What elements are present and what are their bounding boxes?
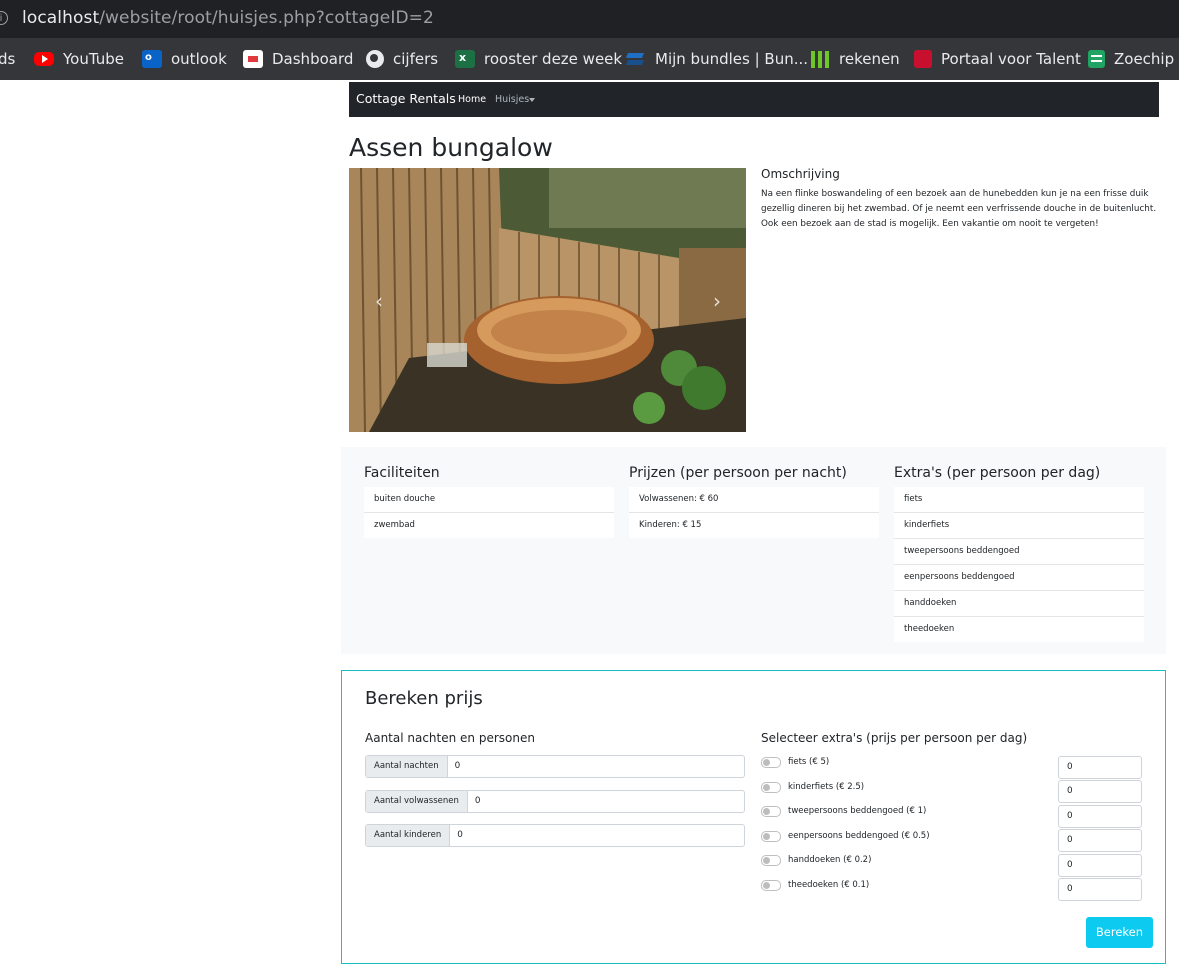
nights-input-group: Aantal nachten 0 bbox=[365, 755, 745, 778]
extra-label: tweepersoons beddengoed (€ 1) bbox=[788, 806, 927, 816]
info-section: Faciliteiten buiten douche zwembad Prijz… bbox=[341, 447, 1166, 654]
children-input-group: Aantal kinderen 0 bbox=[365, 824, 745, 847]
description-title: Omschrijving bbox=[761, 167, 840, 181]
bereken-button[interactable]: Bereken bbox=[1086, 917, 1153, 948]
extras-list: fiets kinderfiets tweepersoons beddengoe… bbox=[894, 487, 1144, 642]
extra-quantity-input[interactable]: 0 bbox=[1058, 756, 1142, 779]
bookmark-rekenen[interactable]: rekenen bbox=[810, 48, 900, 70]
extra-toggle-row: kinderfiets (€ 2.5) bbox=[761, 778, 864, 796]
globe-icon bbox=[366, 50, 384, 68]
navbar: Cottage Rentals Home Huisjes bbox=[349, 82, 1159, 117]
bookmark-zoechip[interactable]: Zoechip - bbox=[1088, 48, 1179, 70]
adults-input-group: Aantal volwassenen 0 bbox=[365, 790, 745, 813]
calculator-title: Bereken prijs bbox=[365, 688, 483, 709]
extra-quantity-input[interactable]: 0 bbox=[1058, 878, 1142, 901]
adults-label: Aantal volwassenen bbox=[366, 791, 468, 812]
bookmark-youtube[interactable]: YouTube bbox=[34, 48, 124, 70]
bars-icon bbox=[810, 50, 830, 68]
extras-title: Extra's (per persoon per dag) bbox=[894, 465, 1101, 481]
list-item: zwembad bbox=[364, 513, 614, 538]
list-item: buiten douche bbox=[364, 487, 614, 513]
nights-persons-title: Aantal nachten en personen bbox=[365, 731, 535, 745]
faciliteiten-column: Faciliteiten buiten douche zwembad bbox=[364, 463, 614, 538]
list-item: Volwassenen: € 60 bbox=[629, 487, 879, 513]
children-input[interactable]: 0 bbox=[450, 825, 744, 846]
sheets-icon bbox=[1088, 50, 1105, 68]
toggle-switch[interactable] bbox=[761, 781, 781, 793]
price-calculator: Bereken prijs Aantal nachten en personen… bbox=[341, 670, 1166, 964]
faciliteiten-list: buiten douche zwembad bbox=[364, 487, 614, 538]
prijzen-title: Prijzen (per persoon per nacht) bbox=[629, 465, 847, 481]
toggle-switch[interactable] bbox=[761, 805, 781, 817]
extra-toggle-row: eenpersoons beddengoed (€ 0.5) bbox=[761, 827, 930, 845]
bookmark-outlook[interactable]: o outlook bbox=[142, 48, 227, 70]
prijzen-list: Volwassenen: € 60 Kinderen: € 15 bbox=[629, 487, 879, 538]
address-bar[interactable]: i localhost/website/root/huisjes.php?cot… bbox=[0, 0, 1179, 38]
extra-quantity-input[interactable]: 0 bbox=[1058, 805, 1142, 828]
extras-column: Extra's (per persoon per dag) fiets kind… bbox=[894, 463, 1144, 642]
list-item: theedoeken bbox=[894, 617, 1144, 642]
carousel-next-icon: › bbox=[713, 289, 721, 313]
extra-toggle-row: theedoeken (€ 0.1) bbox=[761, 876, 869, 894]
list-item: Kinderen: € 15 bbox=[629, 513, 879, 538]
extra-quantity-input[interactable]: 0 bbox=[1058, 829, 1142, 852]
dashboard-icon bbox=[243, 50, 263, 68]
list-item: handdoeken bbox=[894, 591, 1144, 617]
description-text: Na een flinke boswandeling of een bezoek… bbox=[761, 189, 1157, 229]
bookmarks-bar: ds YouTube o outlook Dashboard cijfers x… bbox=[0, 38, 1179, 80]
page-content: Cottage Rentals Home Huisjes Assen bunga… bbox=[0, 80, 1179, 978]
info-icon[interactable]: i bbox=[0, 11, 8, 25]
cottage-photo: ‹ › bbox=[349, 168, 746, 432]
bookmark-ds[interactable]: ds bbox=[0, 48, 15, 70]
url-text[interactable]: localhost/website/root/huisjes.php?cotta… bbox=[22, 8, 434, 28]
extra-label: handdoeken (€ 0.2) bbox=[788, 855, 872, 865]
bookmark-dashboard[interactable]: Dashboard bbox=[243, 48, 353, 70]
prijzen-column: Prijzen (per persoon per nacht) Volwasse… bbox=[629, 463, 879, 538]
bookmark-portaal[interactable]: Portaal voor Talent bbox=[914, 48, 1081, 70]
bookmark-rooster[interactable]: x rooster deze week bbox=[455, 48, 622, 70]
toggle-switch[interactable] bbox=[761, 830, 781, 842]
toggle-switch[interactable] bbox=[761, 879, 781, 891]
bookmark-bundles[interactable]: Mijn bundles | Bun... bbox=[626, 48, 808, 70]
toggle-switch[interactable] bbox=[761, 854, 781, 866]
extras-select-title: Selecteer extra's (prijs per persoon per… bbox=[761, 731, 1028, 745]
extra-label: fiets (€ 5) bbox=[788, 757, 830, 767]
chevron-down-icon bbox=[529, 98, 535, 102]
nav-home[interactable]: Home bbox=[458, 94, 486, 105]
cottage-photo-carousel: ‹ › bbox=[349, 168, 746, 432]
bookmark-cijfers[interactable]: cijfers bbox=[366, 48, 438, 70]
adults-input[interactable]: 0 bbox=[468, 791, 744, 812]
extra-toggle-row: fiets (€ 5) bbox=[761, 753, 829, 771]
carousel-prev-icon: ‹ bbox=[375, 289, 383, 313]
list-item: fiets bbox=[894, 487, 1144, 513]
list-item: tweepersoons beddengoed bbox=[894, 539, 1144, 565]
toggle-switch[interactable] bbox=[761, 756, 781, 768]
youtube-icon bbox=[34, 52, 54, 66]
outlook-icon: o bbox=[142, 50, 162, 68]
extra-quantity-input[interactable]: 0 bbox=[1058, 780, 1142, 803]
extra-label: kinderfiets (€ 2.5) bbox=[788, 782, 865, 792]
children-label: Aantal kinderen bbox=[366, 825, 451, 846]
list-item: eenpersoons beddengoed bbox=[894, 565, 1144, 591]
portaal-icon bbox=[914, 50, 932, 68]
nav-huisjes-dropdown[interactable]: Huisjes bbox=[495, 94, 529, 105]
nights-label: Aantal nachten bbox=[366, 756, 448, 777]
extra-toggle-row: tweepersoons beddengoed (€ 1) bbox=[761, 802, 926, 820]
page-title: Assen bungalow bbox=[349, 133, 553, 162]
navbar-brand[interactable]: Cottage Rentals bbox=[356, 91, 456, 106]
extra-toggle-row: handdoeken (€ 0.2) bbox=[761, 851, 871, 869]
extra-label: theedoeken (€ 0.1) bbox=[788, 880, 870, 890]
layers-icon bbox=[626, 50, 646, 68]
faciliteiten-title: Faciliteiten bbox=[364, 465, 440, 481]
list-item: kinderfiets bbox=[894, 513, 1144, 539]
extra-label: eenpersoons beddengoed (€ 0.5) bbox=[788, 831, 930, 841]
extra-quantity-input[interactable]: 0 bbox=[1058, 854, 1142, 877]
excel-icon: x bbox=[455, 50, 475, 68]
nights-input[interactable]: 0 bbox=[448, 756, 744, 777]
